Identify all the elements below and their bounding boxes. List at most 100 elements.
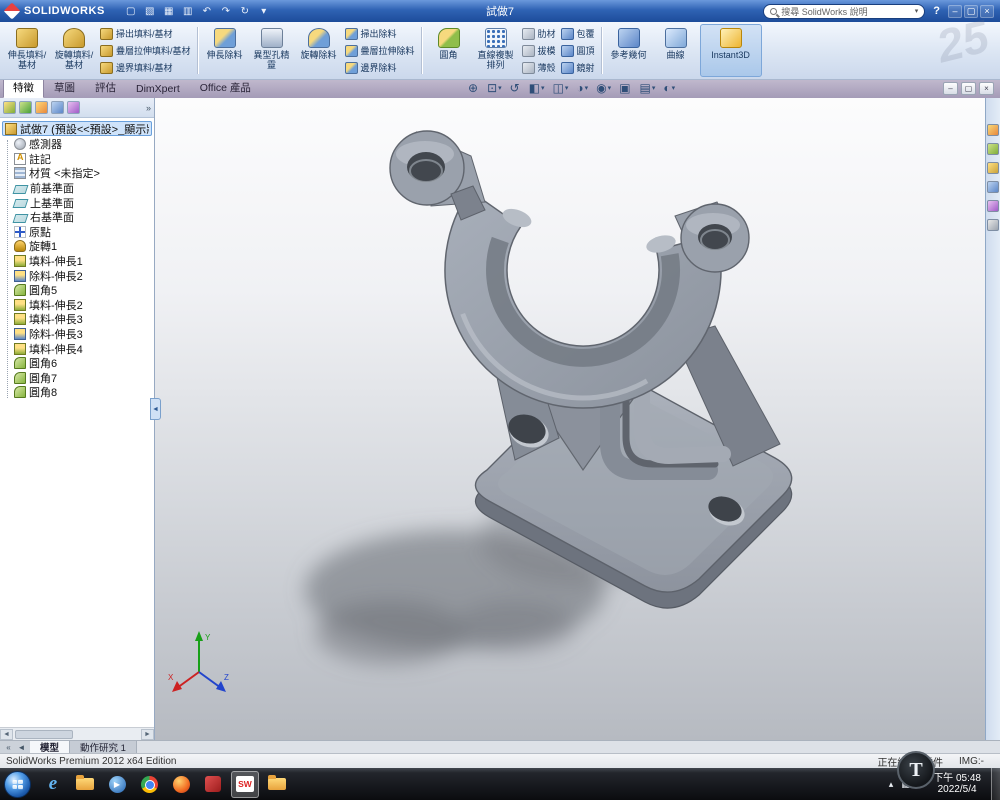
feature-tree-item[interactable]: 旋轉1 xyxy=(0,239,154,254)
quick-access-button[interactable]: ▧ xyxy=(142,3,158,19)
feature-tree-item[interactable]: 材質 <未指定> xyxy=(0,166,154,181)
extruded-cut-button[interactable]: 伸長除料 xyxy=(202,24,248,77)
feature-tree-item[interactable]: 註記 xyxy=(0,152,154,167)
dome-button[interactable]: 圓頂 xyxy=(561,43,595,59)
view-tool-button[interactable]: ◫ ▾ xyxy=(553,82,569,94)
feature-manager-tab-icon[interactable] xyxy=(3,101,16,114)
taskbar-app-button[interactable] xyxy=(167,771,195,798)
tree-horizontal-scrollbar[interactable]: ◄ ► xyxy=(0,727,154,740)
tab-features[interactable]: 特徵 xyxy=(3,77,44,98)
scroll-right-arrow-icon[interactable]: ► xyxy=(141,729,154,740)
extruded-boss-base-button[interactable]: 伸長填料/基材 xyxy=(4,24,50,77)
feature-tree-item[interactable]: 除料-伸長3 xyxy=(0,327,154,342)
document-window-button[interactable]: – xyxy=(943,82,958,95)
search-box[interactable]: 搜尋 SolidWorks 說明 ▾ xyxy=(763,4,925,19)
boundary-cut-button[interactable]: 邊界除料 xyxy=(345,60,415,76)
view-tool-button[interactable]: ⊕ xyxy=(468,82,479,94)
tray-icon[interactable]: ▴ xyxy=(889,779,894,790)
view-tool-button[interactable]: ◑ ▾ xyxy=(576,82,588,94)
tab-office-products[interactable]: Office 產品 xyxy=(190,77,261,98)
quick-access-button[interactable]: ↻ xyxy=(237,3,253,19)
feature-tree-item[interactable]: 填料-伸長1 xyxy=(0,254,154,269)
swept-cut-button[interactable]: 掃出除料 xyxy=(345,26,415,42)
draft-button[interactable]: 拔模 xyxy=(522,43,556,59)
lofted-cut-button[interactable]: 疊層拉伸除料 xyxy=(345,43,415,59)
feature-tree-item[interactable]: 圓角7 xyxy=(0,371,154,386)
view-tool-button[interactable]: ◧ ▾ xyxy=(529,82,545,94)
feature-tree-item[interactable]: 填料-伸長2 xyxy=(0,298,154,313)
revolved-boss-base-button[interactable]: 旋轉填料/基材 xyxy=(51,24,97,77)
window-control-button[interactable]: × xyxy=(980,5,994,18)
boundary-boss-base-button[interactable]: 邊界填料/基材 xyxy=(100,60,191,76)
panel-collapse-button[interactable]: ◄ xyxy=(150,398,161,420)
mirror-button[interactable]: 鏡射 xyxy=(561,60,595,76)
quick-access-button[interactable]: ▦ xyxy=(161,3,177,19)
feature-tree-item[interactable]: 除料-伸長2 xyxy=(0,268,154,283)
scroll-left-arrow-icon[interactable]: ◄ xyxy=(0,729,13,740)
display-manager-tab-icon[interactable] xyxy=(67,101,80,114)
view-tool-button[interactable]: ◐ ▾ xyxy=(663,82,675,94)
graphics-area[interactable]: Y X Z xyxy=(155,98,985,740)
tab-scroll-button[interactable]: « xyxy=(3,743,14,752)
task-pane-tab-icon[interactable] xyxy=(987,124,999,136)
swept-boss-base-button[interactable]: 掃出填料/基材 xyxy=(100,26,191,42)
tab-evaluate[interactable]: 評估 xyxy=(85,77,126,98)
property-manager-tab-icon[interactable] xyxy=(19,101,32,114)
dimxpert-manager-tab-icon[interactable] xyxy=(51,101,64,114)
task-pane-tab-icon[interactable] xyxy=(987,200,999,212)
window-control-button[interactable]: ▢ xyxy=(964,5,978,18)
instant3d-button[interactable]: Instant3D xyxy=(700,24,762,77)
rib-button[interactable]: 肋材 xyxy=(522,26,556,42)
view-tool-button[interactable]: ⊡ ▾ xyxy=(487,82,502,94)
document-window-button[interactable]: ▢ xyxy=(961,82,976,95)
taskbar-app-button[interactable] xyxy=(71,771,99,798)
quick-access-button[interactable]: ▢ xyxy=(123,3,139,19)
view-tool-button[interactable]: ▤ ▾ xyxy=(640,82,656,94)
taskbar-app-button[interactable]: ▶ xyxy=(103,771,131,798)
tab-sketch[interactable]: 草圖 xyxy=(44,77,85,98)
start-button[interactable] xyxy=(4,771,31,798)
window-control-button[interactable]: – xyxy=(948,5,962,18)
panel-overflow-chevron-icon[interactable]: » xyxy=(146,103,151,113)
taskbar-clock[interactable]: 下午 05:48 2022/5/4 xyxy=(933,773,981,796)
curves-button[interactable]: 曲線 xyxy=(653,24,699,77)
ime-indicator[interactable]: IMG:- xyxy=(959,756,984,767)
taskbar-app-button[interactable]: SW xyxy=(231,771,259,798)
feature-tree-item[interactable]: 填料-伸長3 xyxy=(0,312,154,327)
feature-tree-item[interactable]: 前基準面 xyxy=(0,181,154,196)
feature-tree-item[interactable]: 上基準面 xyxy=(0,195,154,210)
configuration-manager-tab-icon[interactable] xyxy=(35,101,48,114)
document-tab[interactable]: 動作研究 1 xyxy=(70,741,137,753)
task-pane-tab-icon[interactable] xyxy=(987,219,999,231)
feature-tree-item[interactable]: 填料-伸長4 xyxy=(0,341,154,356)
tab-scroll-button[interactable]: ◄ xyxy=(16,743,27,752)
search-scope-caret-icon[interactable]: ▾ xyxy=(915,7,919,15)
linear-pattern-button[interactable]: 直線複製排列 xyxy=(473,24,519,77)
quick-access-button[interactable]: ↷ xyxy=(218,3,234,19)
scrollbar-track[interactable] xyxy=(13,729,141,740)
fillet-button[interactable]: 圓角 xyxy=(426,24,472,77)
feature-tree-root[interactable]: 試做7 (預設<<預設>_顯示狀態 xyxy=(2,121,152,136)
taskbar-app-button[interactable] xyxy=(135,771,163,798)
show-desktop-button[interactable] xyxy=(991,768,1000,800)
document-window-button[interactable]: × xyxy=(979,82,994,95)
quick-access-button[interactable]: ↶ xyxy=(199,3,215,19)
document-tab[interactable]: 模型 xyxy=(30,741,70,753)
hole-wizard-button[interactable]: 異型孔精靈 xyxy=(249,24,295,77)
task-pane-tab-icon[interactable] xyxy=(987,181,999,193)
taskbar-app-button[interactable] xyxy=(263,771,291,798)
feature-tree-item[interactable]: 圓角5 xyxy=(0,283,154,298)
feature-tree-item[interactable]: 圓角8 xyxy=(0,385,154,400)
taskbar-app-button[interactable]: e xyxy=(39,771,67,798)
taskbar-app-button[interactable] xyxy=(199,771,227,798)
lofted-boss-base-button[interactable]: 疊層拉伸填料/基材 xyxy=(100,43,191,59)
shell-button[interactable]: 薄殼 xyxy=(522,60,556,76)
tab-dimxpert[interactable]: DimXpert xyxy=(126,80,190,98)
revolved-cut-button[interactable]: 旋轉除料 xyxy=(296,24,342,77)
view-tool-button[interactable]: ▣ xyxy=(619,82,631,94)
task-pane-tab-icon[interactable] xyxy=(987,143,999,155)
feature-tree-item[interactable]: 原點 xyxy=(0,225,154,240)
task-pane-tab-icon[interactable] xyxy=(987,162,999,174)
wrap-button[interactable]: 包覆 xyxy=(561,26,595,42)
reference-geometry-button[interactable]: 參考幾何 xyxy=(606,24,652,77)
